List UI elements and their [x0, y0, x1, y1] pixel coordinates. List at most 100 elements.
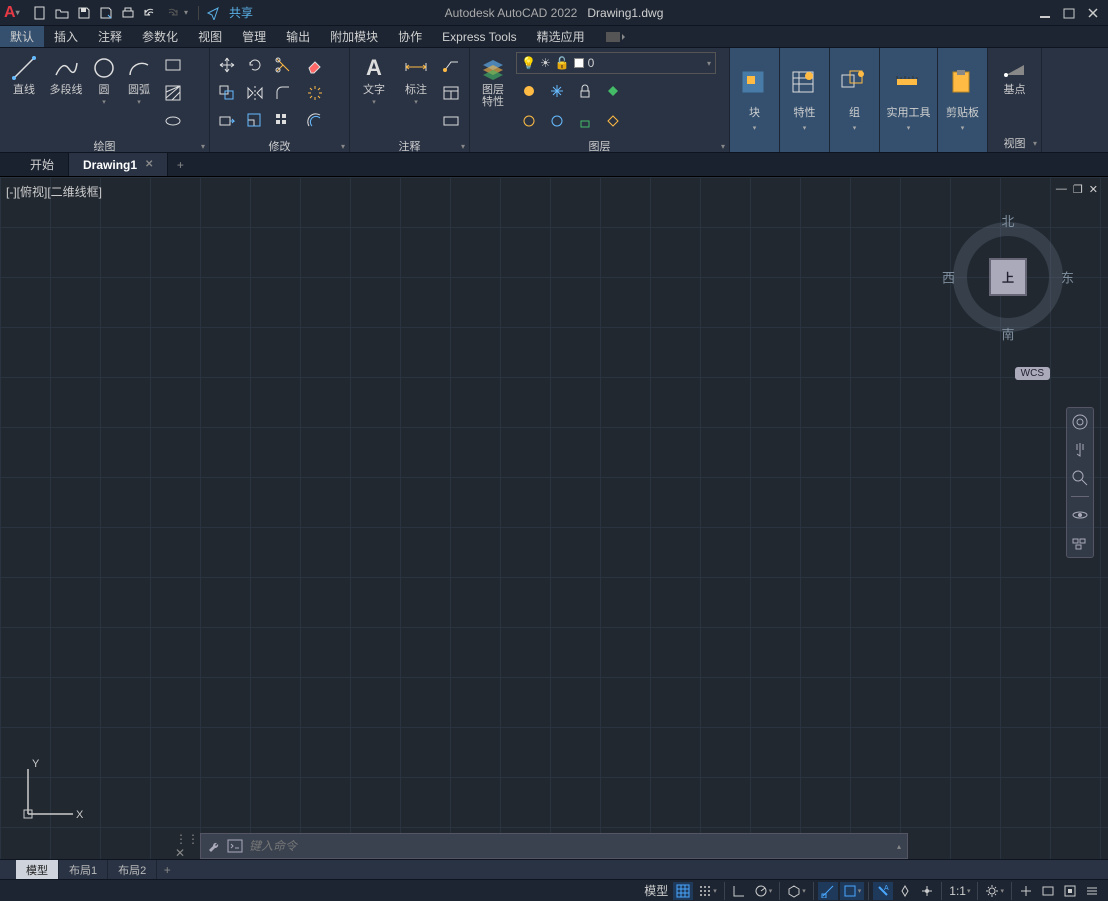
plot-icon[interactable]: [118, 3, 138, 23]
stretch-icon[interactable]: [214, 108, 240, 134]
cmdline-wrench-icon[interactable]: [207, 839, 221, 853]
ribbon-tab-view[interactable]: 视图: [188, 26, 232, 47]
ribbon-tab-collab[interactable]: 协作: [388, 26, 432, 47]
ribbon-tab-parametric[interactable]: 参数化: [132, 26, 188, 47]
ribbon-tab-express[interactable]: Express Tools: [432, 26, 526, 47]
line-button[interactable]: 直线: [4, 52, 44, 98]
maximize-icon[interactable]: [1060, 4, 1078, 22]
layer-freeze-icon[interactable]: [544, 78, 570, 104]
cmdline-handle-icon[interactable]: ⋮⋮ ✕: [176, 833, 198, 859]
app-menu-icon[interactable]: A▾: [4, 2, 26, 24]
basepoint-button[interactable]: 基点: [995, 52, 1035, 98]
fillet-icon[interactable]: [270, 80, 296, 106]
dw-minimize-icon[interactable]: —: [1056, 183, 1067, 196]
undo-icon[interactable]: [140, 3, 160, 23]
ribbon-tab-output[interactable]: 输出: [276, 26, 320, 47]
status-annoscale-icon[interactable]: 1:1▾: [946, 882, 973, 900]
status-hwaccel-icon[interactable]: [1038, 882, 1058, 900]
panel-view-expand-icon[interactable]: ▾: [1033, 139, 1037, 148]
ribbon-tab-default[interactable]: 默认: [0, 26, 44, 47]
close-icon[interactable]: [1084, 4, 1102, 22]
status-cycling-icon[interactable]: [917, 882, 937, 900]
command-line[interactable]: ▴: [200, 833, 908, 859]
status-customize-icon[interactable]: [1082, 882, 1102, 900]
copy-icon[interactable]: [214, 80, 240, 106]
layer-dropdown[interactable]: 💡 ☀ 🔓 0 ▾: [516, 52, 716, 74]
ribbon-tab-addins[interactable]: 附加模块: [320, 26, 388, 47]
command-input[interactable]: [249, 839, 891, 853]
nav-zoom-icon[interactable]: [1070, 468, 1090, 488]
status-grid-icon[interactable]: [673, 882, 693, 900]
layout-tab-1[interactable]: 布局1: [59, 860, 108, 879]
trim-icon[interactable]: [270, 52, 296, 78]
status-osnap-icon[interactable]: ▾: [840, 882, 865, 900]
saveas-icon[interactable]: [96, 3, 116, 23]
viewcube[interactable]: 北 南 东 西 上: [948, 217, 1068, 337]
layer-unlock-icon[interactable]: [572, 108, 598, 134]
panel-utilities[interactable]: 实用工具▾: [880, 48, 938, 152]
save-icon[interactable]: [74, 3, 94, 23]
new-icon[interactable]: [30, 3, 50, 23]
layer-iso-icon[interactable]: [516, 108, 542, 134]
nav-wheel-icon[interactable]: [1070, 412, 1090, 432]
qat-dropdown-icon[interactable]: ▾: [184, 8, 194, 17]
panel-group[interactable]: 组▾: [830, 48, 880, 152]
ribbon-tab-extra-icon[interactable]: [605, 26, 625, 47]
status-otrack-icon[interactable]: [818, 882, 838, 900]
layer-match-icon[interactable]: [600, 78, 626, 104]
ribbon-tab-annotate[interactable]: 注释: [88, 26, 132, 47]
dw-restore-icon[interactable]: ❐: [1073, 183, 1083, 196]
panel-clipboard[interactable]: 剪贴板▾: [938, 48, 988, 152]
start-tab[interactable]: 开始: [16, 153, 69, 176]
move-icon[interactable]: [214, 52, 240, 78]
hatch-icon[interactable]: [160, 80, 186, 106]
status-gear-icon[interactable]: ▾: [982, 882, 1007, 900]
nav-pan-icon[interactable]: [1070, 440, 1090, 460]
layout-tab-2[interactable]: 布局2: [108, 860, 157, 879]
dimension-button[interactable]: 标注▾: [396, 52, 436, 108]
panel-properties[interactable]: 特性▾: [780, 48, 830, 152]
file-tab-active[interactable]: Drawing1✕: [69, 153, 168, 176]
layer-thaw-icon[interactable]: [544, 108, 570, 134]
circle-button[interactable]: 圆▾: [88, 52, 120, 108]
mirror-icon[interactable]: [242, 80, 268, 106]
erase-icon[interactable]: [302, 52, 328, 78]
layer-off-icon[interactable]: [516, 78, 542, 104]
share-icon[interactable]: [203, 3, 223, 23]
share-label[interactable]: 共享: [229, 4, 253, 21]
layout-tab-model[interactable]: 模型: [16, 860, 59, 879]
status-snap-icon[interactable]: ▾: [695, 882, 720, 900]
drawing-area[interactable]: [-][俯视][二维线框] — ❐ ✕ 北 南 东 西 上 WCS Y X ⋮⋮…: [0, 177, 1108, 859]
wcs-badge[interactable]: WCS: [1015, 367, 1050, 380]
ribbon-tab-manage[interactable]: 管理: [232, 26, 276, 47]
ribbon-tab-insert[interactable]: 插入: [44, 26, 88, 47]
panel-annotate-expand-icon[interactable]: ▾: [461, 142, 465, 151]
layer-properties-button[interactable]: 图层 特性: [474, 52, 512, 110]
panel-modify-expand-icon[interactable]: ▾: [341, 142, 345, 151]
panel-block[interactable]: 块▾: [730, 48, 780, 152]
ellipse-icon[interactable]: [160, 108, 186, 134]
status-model-button[interactable]: 模型: [641, 882, 671, 900]
leader-icon[interactable]: [438, 52, 464, 78]
nav-showmotion-icon[interactable]: [1070, 533, 1090, 553]
layer-prev-icon[interactable]: [600, 108, 626, 134]
ribbon-tab-featured[interactable]: 精选应用: [527, 26, 595, 47]
scale-icon[interactable]: [242, 108, 268, 134]
viewport-label[interactable]: [-][俯视][二维线框]: [6, 183, 102, 200]
rotate-icon[interactable]: [242, 52, 268, 78]
layer-lock-icon2[interactable]: [572, 78, 598, 104]
panel-draw-expand-icon[interactable]: ▾: [201, 142, 205, 151]
open-icon[interactable]: [52, 3, 72, 23]
explode-icon[interactable]: [302, 80, 328, 106]
panel-layer-expand-icon[interactable]: ▾: [721, 142, 725, 151]
field-icon[interactable]: [438, 108, 464, 134]
ucs-icon[interactable]: Y X: [18, 759, 88, 829]
status-isodraft-icon[interactable]: ▾: [784, 882, 809, 900]
status-ortho-icon[interactable]: [729, 882, 749, 900]
table-icon[interactable]: [438, 80, 464, 106]
layout-add-icon[interactable]: +: [157, 860, 177, 879]
status-cleanscreen-icon[interactable]: [1060, 882, 1080, 900]
polyline-button[interactable]: 多段线: [46, 52, 86, 98]
status-transparency-icon[interactable]: [895, 882, 915, 900]
nav-orbit-icon[interactable]: [1070, 505, 1090, 525]
